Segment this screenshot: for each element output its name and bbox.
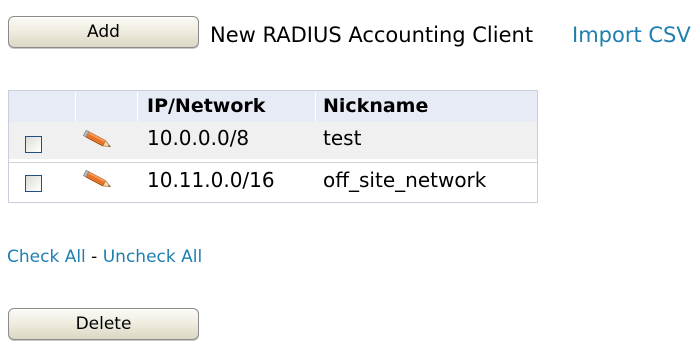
ip-network-cell: 10.0.0.0/8	[147, 126, 250, 150]
row-checkbox[interactable]	[25, 136, 42, 153]
add-button[interactable]: Add	[8, 16, 199, 48]
ip-network-cell: 10.11.0.0/16	[147, 168, 275, 192]
page-title: New RADIUS Accounting Client	[210, 23, 534, 47]
column-divider	[315, 92, 316, 121]
link-separator: -	[85, 247, 103, 267]
column-header-ip-network[interactable]: IP/Network	[147, 94, 265, 118]
delete-button[interactable]: Delete	[8, 308, 199, 340]
table-row: 10.11.0.0/16 off_site_network	[9, 162, 537, 200]
column-divider	[137, 92, 138, 121]
check-all-link[interactable]: Check All	[7, 247, 86, 267]
column-divider	[75, 92, 76, 121]
column-header-nickname[interactable]: Nickname	[323, 94, 428, 118]
pencil-icon[interactable]	[83, 169, 113, 191]
table-row: 10.0.0.0/8 test	[9, 122, 537, 159]
nickname-cell: off_site_network	[323, 168, 487, 192]
clients-table: IP/Network Nickname 10.0.0.0/8 test 10.1…	[8, 90, 538, 203]
table-header: IP/Network Nickname	[9, 91, 537, 122]
pencil-icon[interactable]	[83, 129, 113, 151]
uncheck-all-link[interactable]: Uncheck All	[103, 247, 202, 267]
selection-links: Check All - Uncheck All	[7, 246, 202, 268]
row-checkbox[interactable]	[25, 175, 42, 192]
import-csv-link[interactable]: Import CSV	[572, 22, 691, 48]
nickname-cell: test	[323, 126, 362, 150]
